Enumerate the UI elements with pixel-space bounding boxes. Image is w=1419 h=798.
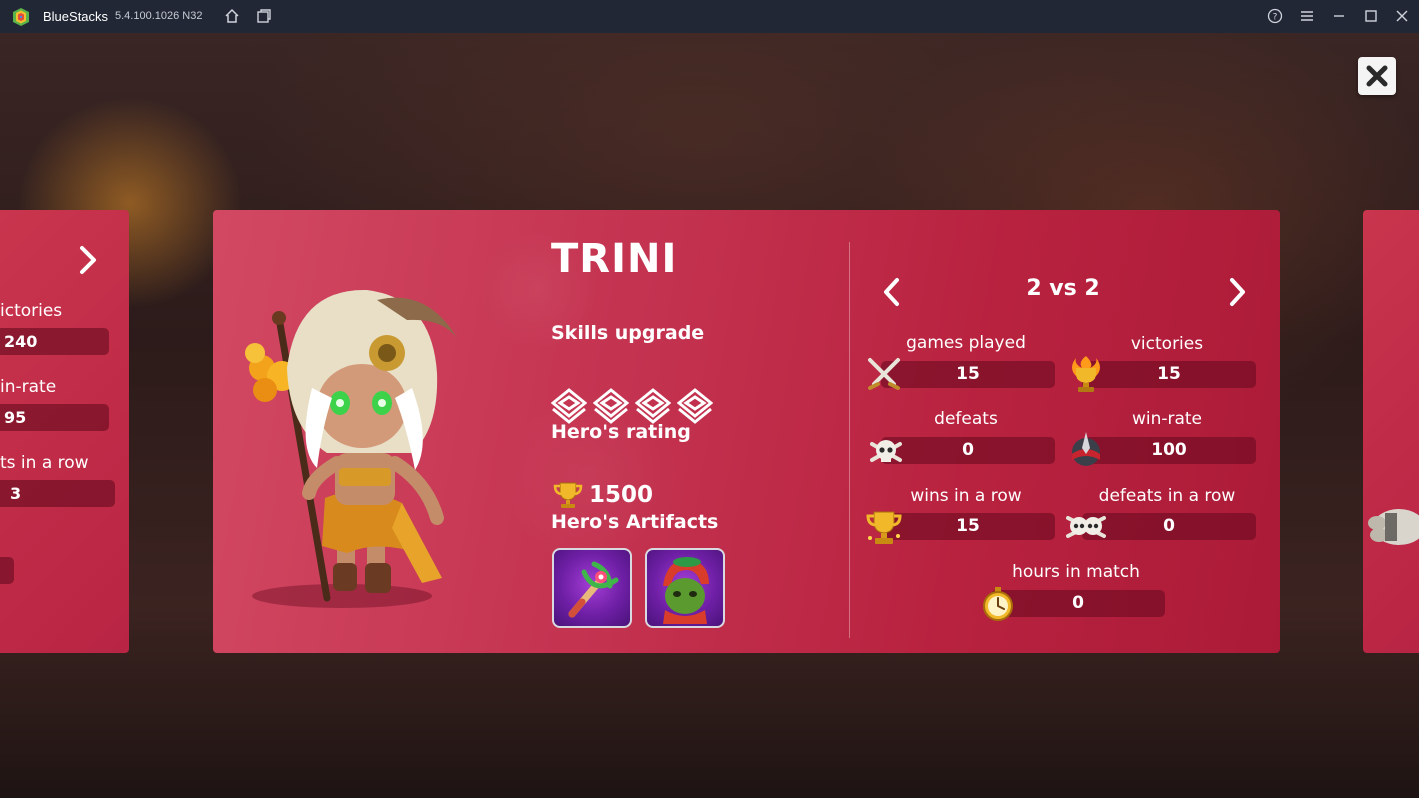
- hours-in-match-label: hours in match: [1012, 562, 1140, 582]
- app-version: 5.4.100.1026 N32: [115, 10, 203, 22]
- game-screen: ictories 240 in-rate 95 ts in a row 3 TR…: [0, 33, 1419, 798]
- staff-artifact-icon: [568, 561, 619, 618]
- stopwatch-icon: [983, 587, 1013, 621]
- next-mode-button[interactable]: [1222, 272, 1252, 312]
- artifact-slot[interactable]: [552, 548, 632, 628]
- left-stat-label: ts in a row: [0, 453, 89, 473]
- victories-value: 15: [1082, 361, 1256, 388]
- defeats-in-a-row-label: defeats in a row: [1098, 486, 1236, 506]
- defeats-in-a-row-value: 0: [1082, 513, 1256, 540]
- flaming-trophy-icon: [1072, 356, 1100, 392]
- crossed-swords-icon: [868, 358, 900, 390]
- hero-rating-value: 1500: [589, 482, 654, 508]
- chevron-left-icon: [884, 278, 899, 306]
- title-bar: BlueStacks 5.4.100.1026 N32 ?: [0, 0, 1419, 33]
- skill-level-icon: [677, 388, 713, 424]
- artifact-slot[interactable]: [645, 548, 725, 628]
- games-played-label: games played: [906, 333, 1026, 353]
- victories-label: victories: [1130, 334, 1204, 354]
- home-icon[interactable]: [222, 6, 242, 26]
- hero-portrait: [245, 289, 457, 608]
- wins-in-a-row-label: wins in a row: [910, 486, 1022, 506]
- left-stat-value: 3: [0, 480, 115, 507]
- hero-rating: 1500: [553, 481, 653, 509]
- app-name: BlueStacks: [43, 9, 109, 24]
- svg-text:?: ?: [1273, 13, 1278, 23]
- minimize-icon[interactable]: [1329, 6, 1349, 26]
- previous-mode-button[interactable]: [877, 272, 907, 312]
- skills-upgrade-list: [551, 388, 713, 424]
- win-rate-value: 100: [1082, 437, 1256, 464]
- close-icon[interactable]: [1392, 6, 1412, 26]
- maximize-icon[interactable]: [1361, 6, 1381, 26]
- next-hero-card[interactable]: [1363, 210, 1419, 653]
- skill-level-icon: [593, 388, 629, 424]
- close-x-icon: [1366, 65, 1388, 87]
- hero-rating-label: Hero's rating: [551, 421, 691, 443]
- hero-paw-icon: [1368, 509, 1419, 545]
- wins-in-a-row-value: 15: [881, 513, 1055, 540]
- game-mode-title: 2 vs 2: [1026, 276, 1100, 301]
- multi-instance-icon[interactable]: [254, 6, 274, 26]
- goblin-hood-artifact-icon: [663, 557, 709, 624]
- previous-hero-card[interactable]: ictories 240 in-rate 95 ts in a row 3: [0, 210, 129, 653]
- hero-stats-card: TRINI Skills upgrade Hero's rating 1500 …: [213, 210, 1280, 653]
- left-stat-bar: [0, 557, 14, 584]
- panel-divider: [849, 242, 850, 638]
- hero-artifacts-label: Hero's Artifacts: [551, 511, 719, 533]
- skills-upgrade-label: Skills upgrade: [551, 322, 705, 344]
- double-skull-icon: [1066, 516, 1106, 538]
- golden-trophy-icon: [866, 511, 902, 544]
- win-rate-label: win-rate: [1131, 409, 1203, 429]
- hero-name: TRINI: [551, 236, 678, 282]
- chevron-right-icon[interactable]: [77, 245, 99, 275]
- trophy-icon: [553, 482, 583, 508]
- left-stat-label: ictories: [0, 301, 63, 321]
- bluestacks-logo-icon: [11, 8, 31, 26]
- skull-crossbones-icon: [870, 440, 902, 462]
- skill-level-icon: [635, 388, 671, 424]
- games-played-value: 15: [881, 361, 1055, 388]
- left-stat-label: in-rate: [0, 377, 57, 397]
- defeats-value: 0: [881, 437, 1055, 464]
- left-stat-value: 95: [0, 404, 109, 431]
- close-stats-button[interactable]: [1358, 57, 1396, 95]
- defeats-label: defeats: [934, 409, 998, 429]
- skill-level-icon: [551, 388, 587, 424]
- sword-emblem-icon: [1072, 432, 1100, 466]
- chevron-right-icon: [1230, 278, 1245, 306]
- left-stat-value: 240: [0, 328, 109, 355]
- menu-icon[interactable]: [1297, 6, 1317, 26]
- help-icon[interactable]: ?: [1265, 6, 1285, 26]
